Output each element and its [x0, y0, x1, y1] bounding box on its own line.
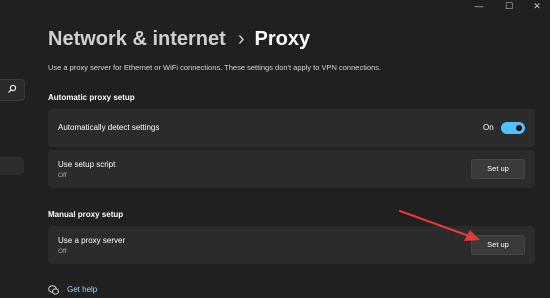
search-input[interactable] — [0, 79, 25, 101]
minimize-button[interactable]: — — [466, 0, 492, 12]
proxy-server-card: Use a proxy server Off Set up — [48, 226, 535, 264]
proxy-server-label: Use a proxy server — [58, 236, 126, 245]
toggle-knob — [516, 125, 522, 131]
automatic-proxy-section-title: Automatic proxy setup — [48, 93, 135, 102]
chevron-right-icon: › — [237, 28, 245, 50]
proxy-server-status: Off — [58, 248, 67, 255]
page-description: Use a proxy server for Ethernet or WiFi … — [48, 63, 382, 72]
page-title: Proxy — [254, 28, 311, 50]
proxy-server-setup-button[interactable]: Set up — [471, 235, 525, 255]
breadcrumb: Network & internet › Proxy — [48, 28, 310, 51]
detect-toggle-state: On — [483, 123, 494, 132]
setup-script-status: Off — [58, 172, 67, 179]
search-icon — [8, 84, 17, 93]
setup-script-card: Use setup script Off Set up — [48, 150, 535, 188]
manual-proxy-section-title: Manual proxy setup — [48, 210, 124, 219]
detect-settings-toggle[interactable] — [501, 122, 525, 134]
get-help-link[interactable]: Get help — [67, 285, 97, 294]
close-button[interactable]: ✕ — [524, 0, 550, 12]
maximize-button[interactable]: ☐ — [496, 0, 522, 12]
detect-settings-card[interactable]: Automatically detect settings On — [48, 109, 535, 147]
sidebar-item-selected[interactable] — [0, 157, 24, 175]
setup-script-label: Use setup script — [58, 160, 116, 169]
detect-settings-label: Automatically detect settings — [58, 123, 160, 132]
help-icon — [48, 285, 59, 295]
breadcrumb-parent[interactable]: Network & internet — [48, 28, 226, 50]
setup-script-setup-button[interactable]: Set up — [471, 159, 525, 179]
